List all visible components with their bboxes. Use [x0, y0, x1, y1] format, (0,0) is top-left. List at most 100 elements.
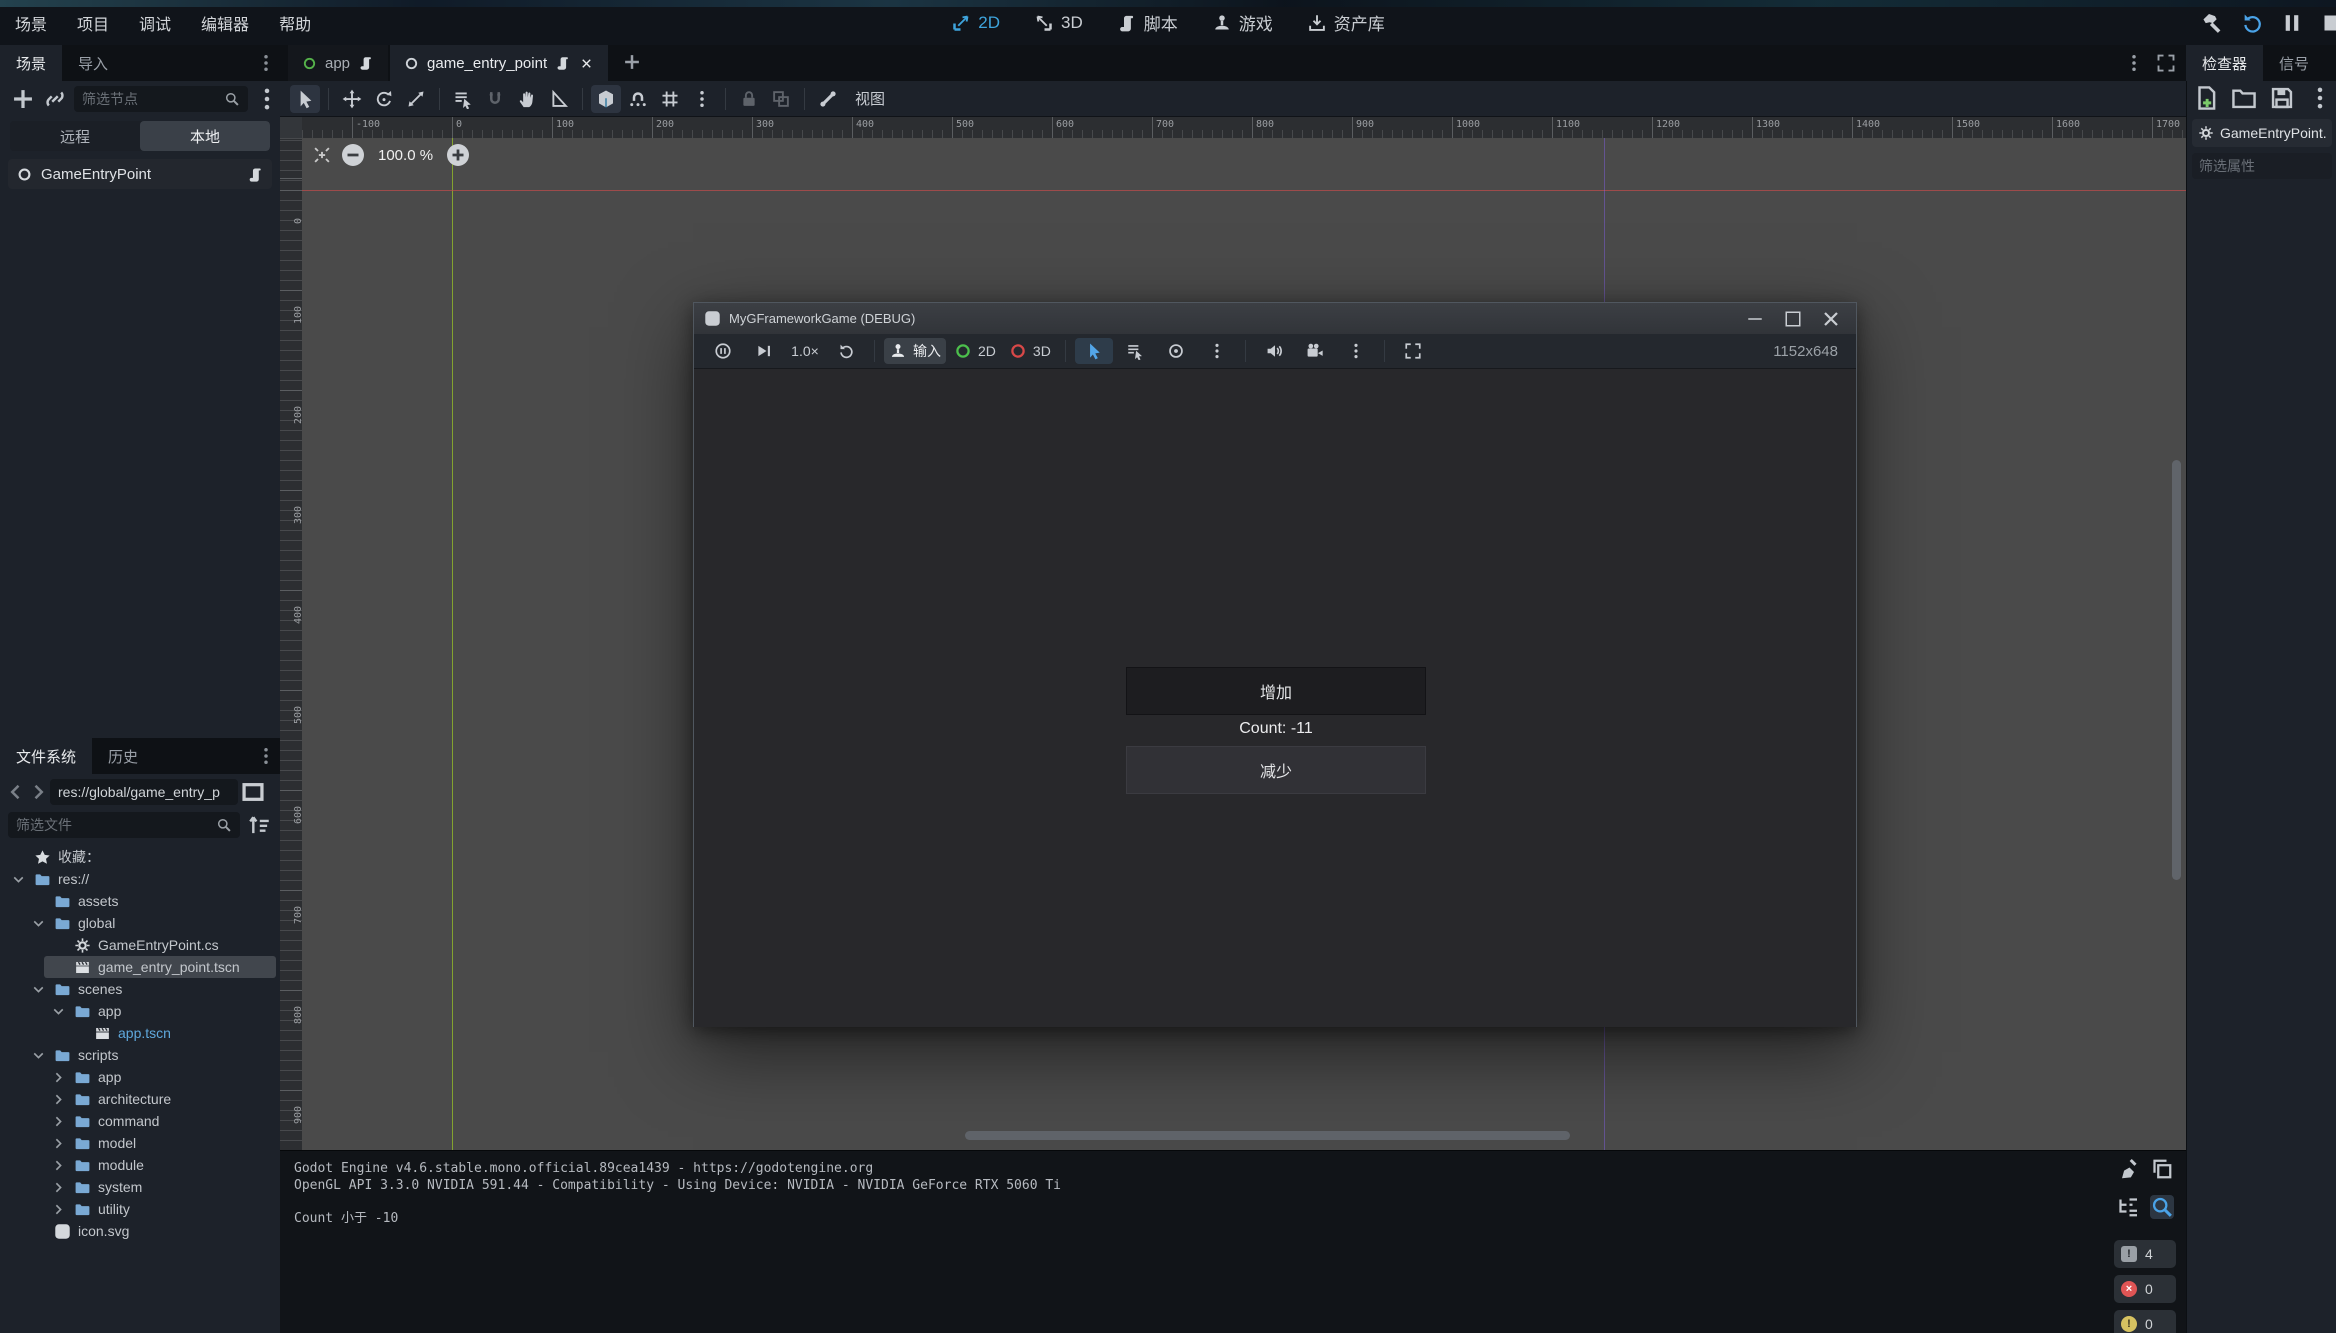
nav-forward-icon[interactable] [28, 780, 48, 804]
increase-button[interactable]: 增加 [1126, 667, 1426, 715]
nav-back-icon[interactable] [6, 780, 26, 804]
sort-files-icon[interactable] [246, 812, 272, 838]
file-tree-item[interactable]: architecture [0, 1088, 280, 1110]
collapse-tree-icon[interactable] [2116, 1195, 2140, 1219]
chevron-right-icon[interactable] [50, 1091, 67, 1108]
more-menu[interactable] [1337, 338, 1375, 364]
scale-tool[interactable] [401, 85, 431, 113]
stop-button[interactable] [2320, 11, 2336, 35]
smart-snap-toggle[interactable] [591, 85, 621, 113]
reload-button[interactable] [2240, 11, 2264, 35]
file-tree-item[interactable]: command [0, 1110, 280, 1132]
file-tree-item[interactable]: model [0, 1132, 280, 1154]
vertical-scrollbar[interactable] [2172, 460, 2181, 880]
minimize-icon[interactable] [1740, 307, 1770, 331]
next-frame-button[interactable] [745, 338, 783, 364]
inspector-menu-icon[interactable] [2307, 85, 2333, 111]
camera-menu[interactable] [1198, 338, 1236, 364]
chevron-down-icon[interactable] [10, 871, 27, 888]
scene-tree-root-node[interactable]: GameEntryPoint [8, 159, 272, 189]
file-tree-item[interactable]: game_entry_point.tscn [0, 956, 280, 978]
chevron-down-icon[interactable] [30, 915, 47, 932]
camera-button[interactable] [1296, 338, 1334, 364]
split-view-icon[interactable] [240, 779, 266, 805]
load-resource-icon[interactable] [2231, 85, 2257, 111]
suspend-button[interactable] [704, 338, 742, 364]
build-button[interactable] [2200, 11, 2224, 35]
scene-tabs-menu-icon[interactable] [2124, 53, 2144, 73]
close-tab-icon[interactable] [579, 56, 594, 71]
chevron-down-icon[interactable] [50, 1003, 67, 1020]
workspace-资产库-button[interactable]: 资产库 [1297, 10, 1395, 35]
fs-tab-文件系统[interactable]: 文件系统 [0, 738, 92, 774]
instance-scene-button[interactable] [42, 86, 68, 112]
chevron-right-icon[interactable] [50, 1201, 67, 1218]
filter-files-input[interactable]: 筛选文件 [8, 812, 240, 838]
debugger-badge-yellow[interactable]: !0 [2114, 1310, 2176, 1333]
chevron-right-icon[interactable] [50, 1157, 67, 1174]
file-tree-item[interactable]: app.tscn [0, 1022, 280, 1044]
runtime-select-tool[interactable] [1075, 338, 1113, 364]
distraction-free-icon[interactable] [2156, 53, 2176, 73]
rotate-tool[interactable] [369, 85, 399, 113]
chevron-right-icon[interactable] [50, 1179, 67, 1196]
debugger-badge-red[interactable]: ×0 [2114, 1275, 2176, 1303]
maximize-icon[interactable] [1778, 307, 1808, 331]
zoom-out-button[interactable] [342, 144, 364, 166]
center-view-icon[interactable] [312, 145, 332, 165]
file-tree-item[interactable]: GameEntryPoint.cs [0, 934, 280, 956]
clear-output-icon[interactable] [2116, 1157, 2140, 1181]
copy-output-icon[interactable] [2150, 1157, 2174, 1181]
chevron-down-icon[interactable] [30, 981, 47, 998]
skeleton-menu[interactable] [813, 85, 843, 113]
select-tool[interactable] [290, 85, 320, 113]
lock-selected-button[interactable] [734, 85, 764, 113]
file-tree-item[interactable]: app [0, 1000, 280, 1022]
speed-label[interactable]: 1.0× [786, 338, 824, 364]
zoom-in-button[interactable] [447, 144, 469, 166]
close-icon[interactable] [1816, 307, 1846, 331]
fullscreen-button[interactable] [1394, 338, 1432, 364]
dock-tab-导入[interactable]: 导入 [62, 45, 124, 81]
new-resource-icon[interactable] [2193, 85, 2219, 111]
camera-3d-toggle[interactable]: 3D [1004, 338, 1056, 364]
workspace-3d-button[interactable]: 3D [1024, 13, 1093, 33]
remote-tab[interactable]: 远程 [10, 121, 140, 151]
grid-snap-toggle[interactable] [655, 85, 685, 113]
filesystem-menu-icon[interactable] [256, 746, 276, 766]
scene-dock-menu-icon[interactable] [256, 53, 276, 73]
inspected-object-row[interactable]: GameEntryPoint. [2192, 119, 2332, 147]
chevron-right-icon[interactable] [50, 1069, 67, 1086]
restart-button[interactable] [827, 338, 865, 364]
horizontal-scrollbar[interactable] [965, 1131, 1570, 1140]
file-tree-item[interactable]: module [0, 1154, 280, 1176]
script-icon[interactable] [555, 55, 571, 71]
script-icon[interactable] [358, 55, 374, 71]
snap-menu[interactable] [687, 85, 717, 113]
file-tree-item[interactable]: global [0, 912, 280, 934]
ruler-tool[interactable] [544, 85, 574, 113]
group-selected-button[interactable] [766, 85, 796, 113]
file-tree-item[interactable]: icon.svg [0, 1220, 280, 1242]
pause-button[interactable] [2280, 11, 2304, 35]
add-node-button[interactable] [10, 86, 36, 112]
chevron-right-icon[interactable] [50, 1135, 67, 1152]
attached-script-icon[interactable] [247, 166, 264, 183]
move-tool[interactable] [337, 85, 367, 113]
workspace-脚本-button[interactable]: 脚本 [1107, 10, 1188, 35]
file-tree-item[interactable]: app [0, 1066, 280, 1088]
chevron-down-icon[interactable] [30, 1047, 47, 1064]
inspector-tab-检查器[interactable]: 检查器 [2186, 45, 2263, 81]
save-resource-icon[interactable] [2269, 85, 2295, 111]
file-tree-item[interactable]: assets [0, 890, 280, 912]
dock-tab-场景[interactable]: 场景 [0, 45, 62, 81]
runtime-list-select-tool[interactable] [1116, 338, 1154, 364]
file-tree-item[interactable]: system [0, 1176, 280, 1198]
snap-dots-toggle[interactable] [623, 85, 653, 113]
select-pivot-tool[interactable] [480, 85, 510, 113]
file-tree-item[interactable]: res:// [0, 868, 280, 890]
search-output-icon[interactable] [2150, 1195, 2174, 1219]
file-tree-item[interactable]: 收藏： [0, 846, 280, 868]
local-tab[interactable]: 本地 [140, 121, 270, 151]
inspector-tab-信号[interactable]: 信号 [2263, 45, 2325, 81]
